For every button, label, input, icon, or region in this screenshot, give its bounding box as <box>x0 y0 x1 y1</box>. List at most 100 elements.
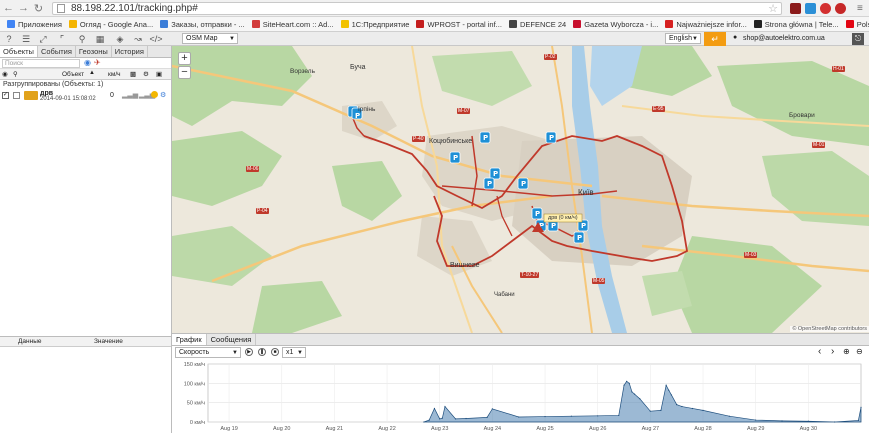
language-select[interactable]: English ▼ <box>665 33 701 44</box>
stop-icon[interactable]: ■ <box>271 348 279 356</box>
chevron-down-icon: ▼ <box>232 350 238 356</box>
reload-icon[interactable]: ↻ <box>32 2 45 15</box>
chart-prev-icon[interactable]: ‹ <box>818 346 821 357</box>
column-object[interactable]: Объект <box>62 71 84 78</box>
speed-data-point <box>444 405 446 408</box>
chart-next-icon[interactable]: › <box>831 346 834 357</box>
address-bar[interactable]: 88.198.22.101/tracking.php# ☆ <box>52 2 782 15</box>
object-menu-icon[interactable]: ⚙ <box>160 91 166 99</box>
speed-data-point <box>465 417 467 420</box>
play-icon[interactable]: ▶ <box>245 348 253 356</box>
search-icon[interactable]: ◉ <box>84 58 91 67</box>
bookmark-item[interactable]: Polskie Radio - najle... <box>845 19 869 29</box>
search-row: Поиск ◉ ✈ <box>0 58 171 69</box>
extension-icon-4[interactable] <box>835 3 846 14</box>
bookmark-label: Polskie Radio - najle... <box>856 19 869 29</box>
playback-speed-select[interactable]: x1 ▼ <box>282 347 306 358</box>
tab-1[interactable]: События <box>38 46 76 57</box>
map-road-label: P-04 <box>256 208 269 214</box>
speed-data-point <box>860 406 862 408</box>
map-road-label: P-40 <box>412 136 425 142</box>
truck-icon <box>24 91 38 100</box>
bookmark-item[interactable]: Огляд - Google Ana... <box>68 20 153 29</box>
map-city-label: Київ <box>578 188 594 197</box>
bookmark-item[interactable]: Najważniejsze infor... <box>665 20 747 29</box>
ruler-icon[interactable]: ⌜ <box>56 33 68 45</box>
tab-3[interactable]: История <box>112 46 148 57</box>
route-icon[interactable]: ↝ <box>132 33 144 45</box>
bookmark-star-icon[interactable]: ☆ <box>768 2 778 15</box>
plane-icon[interactable]: ✈ <box>94 58 101 67</box>
tab-2[interactable]: Геозоны <box>76 46 112 57</box>
speed-data-point <box>486 416 488 418</box>
bottom-tab-1[interactable]: Сообщения <box>207 334 257 345</box>
speed-data-point <box>670 394 673 396</box>
expand-icon[interactable]: ⤢ <box>37 33 49 45</box>
speed-chart-svg[interactable]: 150 км/ч 100 км/ч 50 км/ч 0 км/ч Aug 19 Aug 2… <box>172 360 869 433</box>
object-visible-checkbox[interactable]: ✓ <box>2 92 9 99</box>
bookmark-item[interactable]: SiteHeart.com :: Ad... <box>251 20 334 29</box>
speed-data-point <box>807 420 809 422</box>
bookmark-label: DEFENCE 24 <box>519 19 567 29</box>
speed-data-point <box>626 380 628 382</box>
forward-icon[interactable]: → <box>17 2 30 15</box>
bookmark-favicon-icon <box>7 20 15 28</box>
speed-chart[interactable]: 150 км/ч 100 км/ч 50 км/ч 0 км/ч Aug 19 Aug 2… <box>172 360 869 433</box>
map-icon[interactable]: ▦ <box>94 33 106 45</box>
speed-data-point <box>681 405 683 408</box>
follow-icon[interactable]: ⚲ <box>13 70 18 78</box>
bookmark-item[interactable]: 1С:Предприятие <box>340 20 409 29</box>
object-search-input[interactable]: Поиск <box>2 59 80 68</box>
map-attribution[interactable]: © OpenStreetMap contributors <box>790 326 869 332</box>
extension-icon-2[interactable] <box>805 3 816 14</box>
x-tick-label: Aug 22 <box>378 426 395 432</box>
vehicle-marker-label[interactable]: дрв (0 км/ч) <box>548 215 578 221</box>
zoom-in-icon[interactable]: ⊕ <box>843 347 850 356</box>
objects-panel: Объекты События Геозоны История Поиск ◉ ✈ ◉… <box>0 46 172 433</box>
map-canvas[interactable]: PP P PPP PPP P PP <box>172 46 869 333</box>
bookmark-item[interactable]: Приложения <box>7 20 62 29</box>
tab-0[interactable]: Объекты <box>0 46 38 57</box>
zoom-out-icon[interactable]: ⊖ <box>856 347 863 356</box>
object-follow-checkbox[interactable] <box>13 92 20 99</box>
bookmark-favicon-icon <box>340 20 349 28</box>
pause-icon[interactable]: ❚ <box>258 348 266 356</box>
svg-text:P: P <box>535 210 540 218</box>
help-icon[interactable]: ? <box>3 33 15 45</box>
sort-icon[interactable]: ▲ <box>89 70 95 76</box>
settings-icon[interactable]: ☰ <box>20 33 32 45</box>
back-icon[interactable]: ← <box>2 2 15 15</box>
logout-icon[interactable]: ⎋ <box>852 33 864 45</box>
map-city-label: Чабани <box>494 292 515 298</box>
zoom-in-button[interactable]: + <box>178 52 191 65</box>
layers-icon[interactable]: ◈ <box>114 33 126 45</box>
eye-icon[interactable]: ◉ <box>2 70 8 78</box>
notifications-button[interactable]: ↵ <box>704 32 726 46</box>
svg-text:P: P <box>355 112 360 120</box>
bookmark-label: Strona główna | Tele... <box>764 19 839 29</box>
menu-icon[interactable]: ≡ <box>857 3 868 14</box>
svg-text:P: P <box>551 222 556 230</box>
speed-data-point <box>423 421 425 423</box>
metric-select[interactable]: Скорость ▼ <box>175 347 241 358</box>
zoom-out-button[interactable]: − <box>178 66 191 79</box>
bookmark-item[interactable]: WPROST - portal inf... <box>416 20 502 29</box>
map-city-label: Бровари <box>789 112 815 119</box>
map-view[interactable]: PPP PPP PPP PPP Буча Ворзель Ірпінь Коцюбин… <box>172 46 869 333</box>
map-layer-select[interactable]: OSM Map ▼ <box>182 33 238 44</box>
bookmark-item[interactable]: Strona główna | Tele... <box>753 19 839 29</box>
bookmark-label: Gazeta Wyborcza - i... <box>584 19 659 29</box>
geozone-pin-icon[interactable]: ⚲ <box>76 33 88 45</box>
code-icon[interactable]: </> <box>150 33 163 45</box>
app-toolbar: ? ☰ ⤢ ⌜ ⚲ ▦ ◈ ↝ </> OSM Map ▼ English ▼ … <box>0 32 869 46</box>
bookmark-item[interactable]: Заказы, отправки - ... <box>160 20 245 29</box>
object-row[interactable]: ✓ дрв 2014-09-01 15:08:02 0 ▂▃▅ ▂▃▅ ⚙ <box>0 90 171 102</box>
speed-data-point <box>728 415 730 417</box>
extension-icon-1[interactable] <box>790 3 801 14</box>
bottom-tab-0[interactable]: График <box>172 334 207 345</box>
bookmark-item[interactable]: DEFENCE 24 <box>508 19 567 29</box>
user-email[interactable]: shop@autoelektro.com.ua <box>743 35 825 42</box>
group-row[interactable]: Разгруппированы (Объекты: 1) <box>0 80 171 90</box>
bookmark-item[interactable]: Gazeta Wyborcza - i... <box>573 20 658 29</box>
extension-icon-3[interactable] <box>820 3 831 14</box>
